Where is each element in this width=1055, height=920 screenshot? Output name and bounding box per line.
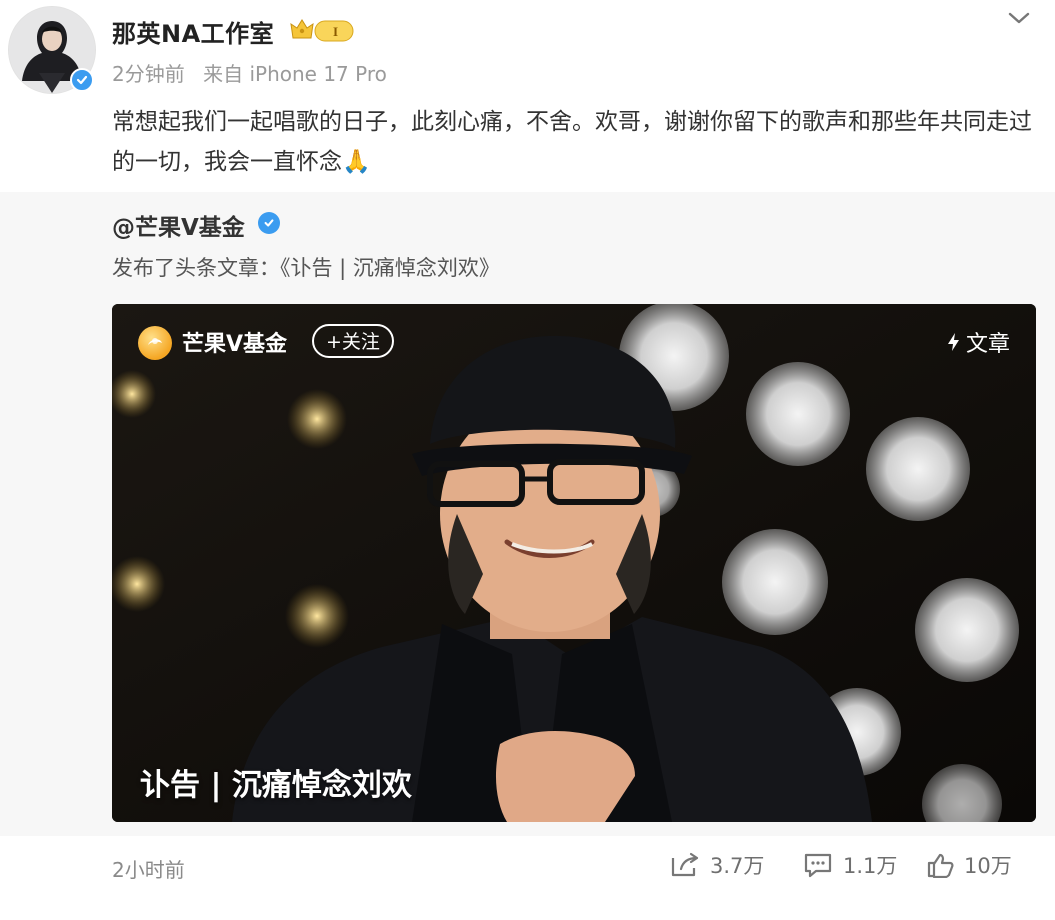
post-header: 那英NA工作室 I 2分钟前 来自 iPhone 17 Pro 常想起我们一起唱…	[0, 0, 1055, 192]
verified-check-icon	[70, 68, 94, 92]
lightning-icon	[947, 333, 959, 351]
post-text: 常想起我们一起唱歌的日子，此刻心痛，不舍。欢哥，谢谢你留下的歌声和那些年共同走过…	[112, 109, 1032, 175]
post-time: 2分钟前	[112, 62, 185, 86]
repost-description[interactable]: 发布了头条文章：《讣告 | 沉痛悼念刘欢》	[112, 252, 500, 282]
thumbs-up-icon	[927, 853, 954, 878]
article-card[interactable]: 芒果V基金 +关注 文章 讣告 | 沉痛悼念刘欢	[112, 304, 1036, 822]
card-source-name[interactable]: 芒果V基金	[182, 326, 287, 358]
repost-box[interactable]: @芒果V基金 发布了头条文章：《讣告 | 沉痛悼念刘欢》 芒果V基金 +关注 文…	[0, 192, 1055, 836]
footer-time: 2小时前	[112, 858, 185, 882]
like-button[interactable]: 10万	[926, 850, 1012, 880]
mango-logo-icon	[138, 326, 172, 360]
crown-rank-badge-icon: I	[289, 16, 355, 44]
author-name[interactable]: 那英NA工作室	[112, 14, 274, 49]
share-icon	[671, 852, 699, 877]
author-avatar[interactable]	[8, 6, 96, 94]
card-type-text: 文章	[965, 332, 1010, 357]
post-meta: 2分钟前 来自 iPhone 17 Pro	[112, 58, 399, 87]
verified-check-icon	[258, 212, 280, 234]
post-footer: 2小时前 3.7万 1.1万 10万	[0, 836, 1055, 920]
comment-icon	[804, 853, 832, 878]
comment-button[interactable]: 1.1万	[803, 850, 897, 880]
like-count: 10万	[964, 854, 1012, 878]
article-headline[interactable]: 讣告 | 沉痛悼念刘欢	[140, 760, 412, 804]
follow-button[interactable]: +关注	[312, 324, 394, 358]
share-count: 3.7万	[710, 854, 765, 878]
rank-badge-label: I	[333, 24, 338, 39]
chevron-down-icon[interactable]	[1006, 8, 1032, 28]
article-cover-image	[112, 304, 1036, 822]
card-type-label: 文章	[946, 326, 1010, 358]
post-source: 来自 iPhone 17 Pro	[203, 62, 387, 86]
comment-count: 1.1万	[843, 854, 898, 878]
share-button[interactable]: 3.7万	[670, 850, 764, 880]
repost-author[interactable]: @芒果V基金	[112, 208, 245, 242]
